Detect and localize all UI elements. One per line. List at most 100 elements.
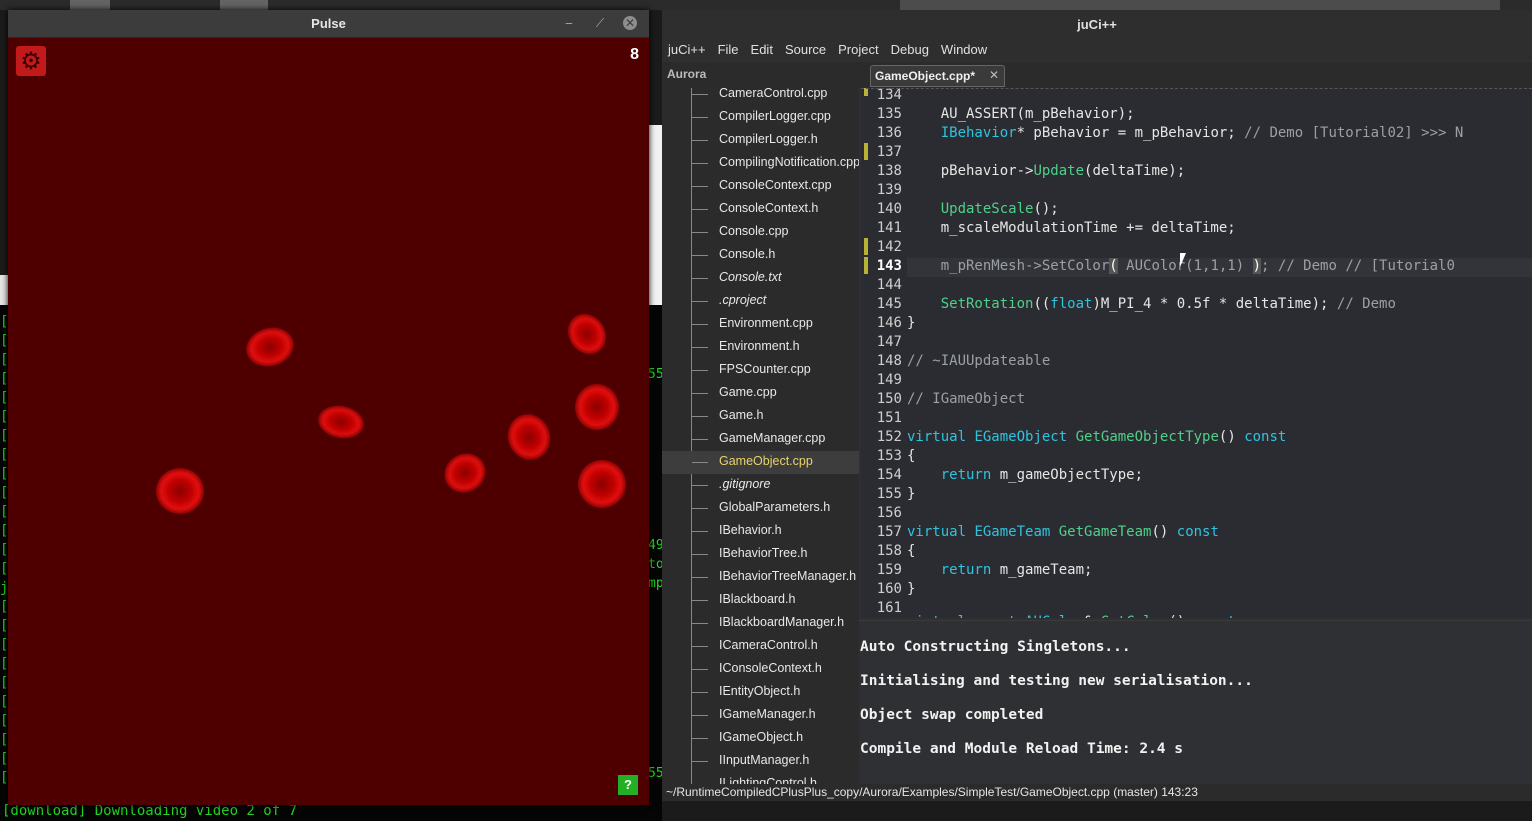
- file-tree-item[interactable]: IConsoleContext.h: [662, 658, 859, 681]
- file-tree-item[interactable]: Environment.cpp: [662, 313, 859, 336]
- blood-cell[interactable]: [575, 384, 619, 430]
- blood-cell[interactable]: [437, 446, 493, 500]
- file-tree-item-label: .gitignore: [719, 477, 771, 491]
- tab-label: GameObject.cpp*: [875, 69, 976, 83]
- file-tree-item[interactable]: CompilingNotification.cpp: [662, 152, 859, 175]
- tree-branch-line: [692, 508, 708, 509]
- desktop-top-strip: [0, 0, 1532, 10]
- file-tree-item[interactable]: IGameObject.h: [662, 727, 859, 750]
- output-panel[interactable]: Auto Constructing Singletons... Initiali…: [859, 620, 1532, 786]
- file-tree-item[interactable]: Console.txt: [662, 267, 859, 290]
- file-tree-item-label: IInputManager.h: [719, 753, 810, 767]
- line-number: 156: [876, 505, 902, 521]
- file-tree-item[interactable]: IEntityObject.h: [662, 681, 859, 704]
- file-tree-item-label: IGameObject.h: [719, 730, 804, 744]
- file-tree-item[interactable]: IGameManager.h: [662, 704, 859, 727]
- desktop-blob: [220, 0, 268, 10]
- menu-item-app[interactable]: juCi++: [662, 38, 712, 57]
- file-tree-item[interactable]: IBehaviorTree.h: [662, 543, 859, 566]
- file-tree-item[interactable]: Game.h: [662, 405, 859, 428]
- line-number: 149: [876, 372, 902, 388]
- minimize-icon[interactable]: ‒: [562, 16, 576, 30]
- code-line: // IGameObject: [907, 391, 1026, 407]
- file-tree-item-label: Console.txt: [719, 270, 782, 284]
- file-tree-item[interactable]: IBehaviorTreeManager.h: [662, 566, 859, 589]
- maximize-icon[interactable]: ⟋: [593, 16, 607, 30]
- file-tree-item[interactable]: .gitignore: [662, 474, 859, 497]
- file-tree-item[interactable]: IBlackboardManager.h: [662, 612, 859, 635]
- blood-cell[interactable]: [578, 460, 626, 508]
- file-tree-item[interactable]: Game.cpp: [662, 382, 859, 405]
- file-tree-item[interactable]: ConsoleContext.h: [662, 198, 859, 221]
- file-tree-item[interactable]: IBehavior.h: [662, 520, 859, 543]
- code-text[interactable]: AU_ASSERT(m_pBehavior); IBehavior* pBeha…: [907, 88, 1532, 618]
- pulse-window[interactable]: Pulse ‒ ⟋ ✕ ⚙ 8 ?: [8, 10, 649, 805]
- pulse-titlebar[interactable]: Pulse ‒ ⟋ ✕: [8, 10, 649, 38]
- code-editor[interactable]: 134 135 136 137 138 139 140 141 142 143 144 145 146 1…: [861, 88, 1532, 618]
- code-line: {: [907, 448, 916, 464]
- line-number: 150: [876, 391, 902, 407]
- file-tree-item-label: IBlackboard.h: [719, 592, 796, 606]
- file-tree-item[interactable]: IBlackboard.h: [662, 589, 859, 612]
- output-line: Initialising and testing new serialisati…: [860, 673, 1253, 689]
- file-tree-item[interactable]: GameObject.cpp: [662, 451, 859, 474]
- code-line: SetRotation((float)M_PI_4 * 0.5f * delta…: [940, 296, 1396, 312]
- blood-cell[interactable]: [156, 468, 204, 514]
- code-line: return m_gameObjectType;: [940, 467, 1144, 483]
- menu-item-project[interactable]: Project: [832, 38, 884, 57]
- mouse-cursor-icon: [1180, 253, 1186, 267]
- file-tree-item[interactable]: GameManager.cpp: [662, 428, 859, 451]
- line-number: 151: [876, 410, 902, 426]
- file-tree-item-label: IBehavior.h: [719, 523, 782, 537]
- file-tree-item[interactable]: ICameraControl.h: [662, 635, 859, 658]
- file-tree-item-label: ConsoleContext.cpp: [719, 178, 832, 192]
- juci-window[interactable]: juCi++ juCi++ File Edit Source Project Debug W…: [662, 10, 1532, 801]
- project-header[interactable]: Aurora: [662, 62, 859, 88]
- close-icon[interactable]: ✕: [989, 68, 999, 82]
- code-line: return m_gameTeam;: [940, 562, 1093, 578]
- file-tree-item[interactable]: CameraControl.cpp: [662, 88, 859, 106]
- menu-item-source[interactable]: Source: [779, 38, 832, 57]
- tab-bar: GameObject.cpp* ✕: [859, 62, 1532, 88]
- code-line: UpdateScale();: [940, 201, 1059, 217]
- blood-cell[interactable]: [560, 306, 614, 362]
- menu-item-debug[interactable]: Debug: [885, 38, 935, 57]
- line-number: 153: [876, 448, 902, 464]
- file-tree-item[interactable]: ConsoleContext.cpp: [662, 175, 859, 198]
- file-tree-item[interactable]: CompilerLogger.cpp: [662, 106, 859, 129]
- blood-cell[interactable]: [241, 322, 299, 372]
- file-tree-item[interactable]: GlobalParameters.h: [662, 497, 859, 520]
- status-bar: ~/RuntimeCompiledCPlusPlus_copy/Aurora/E…: [662, 784, 1532, 801]
- tree-branch-line: [692, 416, 708, 417]
- line-number: 145: [876, 296, 902, 312]
- file-tree-item[interactable]: Console.h: [662, 244, 859, 267]
- line-number: 148: [876, 353, 902, 369]
- tree-branch-line: [692, 370, 708, 371]
- menu-item-window[interactable]: Window: [935, 38, 993, 57]
- game-canvas[interactable]: ⚙ 8 ?: [8, 38, 649, 805]
- file-tree[interactable]: CameraControl.cpp CompilerLogger.cpp Compi…: [662, 88, 859, 785]
- file-tree-item-label: GlobalParameters.h: [719, 500, 831, 514]
- gear-icon[interactable]: ⚙: [16, 46, 46, 76]
- menu-item-edit[interactable]: Edit: [745, 38, 779, 57]
- help-button[interactable]: ?: [618, 775, 638, 795]
- file-tree-item[interactable]: CompilerLogger.h: [662, 129, 859, 152]
- file-tree-item[interactable]: Environment.h: [662, 336, 859, 359]
- line-number: 155: [876, 486, 902, 502]
- menu-item-file[interactable]: File: [712, 38, 745, 57]
- code-line: AU_ASSERT(m_pBehavior);: [907, 106, 1135, 122]
- juci-titlebar[interactable]: juCi++: [662, 10, 1532, 38]
- file-tree-item[interactable]: IInputManager.h: [662, 750, 859, 773]
- file-tree-item[interactable]: FPSCounter.cpp: [662, 359, 859, 382]
- blood-cell[interactable]: [501, 408, 557, 466]
- file-tree-item[interactable]: Console.cpp: [662, 221, 859, 244]
- file-tree-item[interactable]: .cproject: [662, 290, 859, 313]
- close-icon[interactable]: ✕: [623, 16, 637, 30]
- tree-branch-line: [692, 646, 708, 647]
- file-tree-item-label: ICameraControl.h: [719, 638, 818, 652]
- tab-gameobject-cpp[interactable]: GameObject.cpp* ✕: [870, 65, 1005, 87]
- line-number: 158: [876, 543, 902, 559]
- tree-branch-line: [692, 554, 708, 555]
- file-tree-item-label: FPSCounter.cpp: [719, 362, 811, 376]
- blood-cell[interactable]: [315, 402, 367, 442]
